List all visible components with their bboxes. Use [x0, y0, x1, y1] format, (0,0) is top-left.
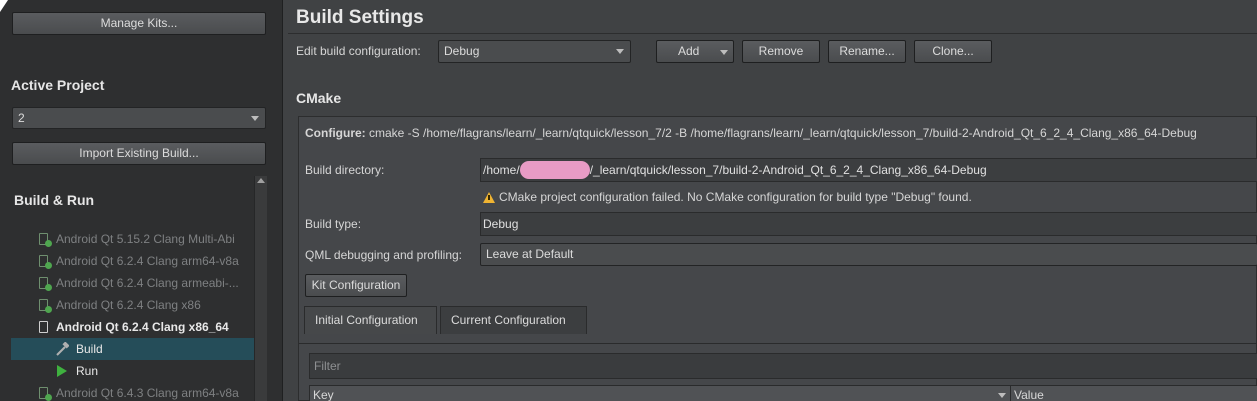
build-directory-prefix: /home/: [483, 163, 520, 177]
build-directory-suffix: /_learn/qtquick/lesson_7/build-2-Android…: [589, 163, 987, 177]
configure-command: cmake -S /home/flagrans/learn/_learn/qtq…: [369, 126, 1197, 140]
chevron-down-icon: [251, 116, 259, 121]
warning-icon-mark: [488, 195, 490, 200]
qml-debugging-label: QML debugging and profiling:: [305, 248, 462, 262]
chevron-down-icon: [720, 50, 728, 55]
edit-build-config-label: Edit build configuration:: [296, 44, 421, 58]
kit-item[interactable]: Android Qt 6.2.4 Clang arm64-v8a: [11, 250, 254, 272]
build-directory-field[interactable]: /home/ /_learn/qtquick/lesson_7/build-2-A…: [480, 158, 1257, 182]
warning-message: CMake project configuration failed. No C…: [499, 190, 972, 204]
kit-configuration-button[interactable]: Kit Configuration: [305, 274, 407, 297]
active-project-value: 2: [18, 111, 25, 125]
kit-label: Android Qt 6.2.4 Clang x86_64: [56, 320, 229, 334]
tab-current-configuration[interactable]: Current Configuration: [440, 306, 587, 334]
android-device-icon: [39, 299, 52, 313]
sub-item-build[interactable]: Build: [11, 338, 254, 360]
filter-input[interactable]: Filter: [309, 353, 1257, 379]
sidebar: Manage Kits... Active Project 2 Import E…: [0, 0, 282, 401]
cmake-section: Configure: cmake -S /home/flagrans/learn…: [298, 116, 1257, 401]
build-run-heading: Build & Run: [14, 192, 95, 208]
kit-label: Android Qt 5.15.2 Clang Multi-Abi: [56, 232, 235, 246]
table-header: Key Value: [309, 385, 1257, 401]
android-device-icon: [39, 277, 52, 291]
add-config-label: Add: [678, 44, 700, 58]
kit-item[interactable]: Android Qt 6.4.3 Clang arm64-v8a: [11, 382, 254, 401]
sidebar-scrollbar[interactable]: [254, 176, 267, 401]
kit-label: Android Qt 6.2.4 Clang x86: [56, 298, 201, 312]
tab-initial-configuration[interactable]: Initial Configuration: [304, 306, 437, 334]
qml-debugging-select[interactable]: Leave at Default: [480, 243, 1257, 266]
kit-label: Android Qt 6.2.4 Clang arm64-v8a: [56, 254, 239, 268]
build-config-select[interactable]: Debug: [438, 40, 631, 63]
sort-arrow-icon[interactable]: [998, 393, 1006, 398]
sub-item-label: Run: [76, 364, 99, 378]
android-device-icon: [39, 233, 52, 247]
kit-list: Android Qt 5.15.2 Clang Multi-Abi Androi…: [11, 228, 254, 401]
kit-label: Android Qt 6.2.4 Clang armeabi-...: [56, 276, 239, 290]
sub-item-label: Build: [76, 342, 103, 356]
kit-item-active[interactable]: Android Qt 6.2.4 Clang x86_64: [11, 316, 254, 338]
build-directory-label: Build directory:: [305, 163, 385, 177]
android-device-icon: [39, 321, 48, 333]
column-header-key[interactable]: Key: [313, 386, 334, 401]
kit-item[interactable]: Android Qt 5.15.2 Clang Multi-Abi: [11, 228, 254, 250]
kit-item[interactable]: Android Qt 6.2.4 Clang armeabi-...: [11, 272, 254, 294]
column-header-value[interactable]: Value: [1014, 386, 1044, 401]
clone-config-button[interactable]: Clone...: [914, 40, 992, 63]
add-config-button[interactable]: Add: [656, 40, 734, 63]
active-project-heading: Active Project: [11, 77, 105, 93]
play-icon: [57, 365, 67, 377]
rename-config-button[interactable]: Rename...: [828, 40, 906, 63]
cmake-heading: CMake: [296, 90, 342, 106]
active-project-select[interactable]: 2: [12, 107, 266, 129]
remove-config-button[interactable]: Remove: [742, 40, 820, 63]
android-device-icon: [39, 255, 52, 269]
build-settings-panel: Build Settings Edit build configuration:…: [283, 0, 1257, 401]
configure-label: Configure:: [305, 126, 366, 140]
build-type-label: Build type:: [305, 217, 362, 231]
mouse-cursor-icon: [0, 0, 8, 12]
title-divider: [288, 33, 1257, 34]
scroll-up-arrow-icon[interactable]: [257, 178, 265, 183]
redaction-mark: [519, 160, 590, 179]
kit-label: Android Qt 6.4.3 Clang arm64-v8a: [56, 386, 239, 400]
sub-item-run[interactable]: Run: [11, 360, 254, 382]
import-existing-build-button[interactable]: Import Existing Build...: [12, 142, 266, 165]
build-config-value: Debug: [444, 44, 480, 58]
android-device-icon: [39, 387, 52, 401]
column-separator[interactable]: [1010, 386, 1011, 401]
kit-item[interactable]: Android Qt 6.2.4 Clang x86: [11, 294, 254, 316]
page-title: Build Settings: [296, 7, 424, 28]
configure-line: Configure: cmake -S /home/flagrans/learn…: [305, 126, 1197, 140]
manage-kits-button[interactable]: Manage Kits...: [12, 12, 266, 35]
hammer-icon: [56, 342, 69, 356]
chevron-down-icon: [616, 49, 624, 54]
build-type-field[interactable]: Debug: [480, 212, 1257, 236]
